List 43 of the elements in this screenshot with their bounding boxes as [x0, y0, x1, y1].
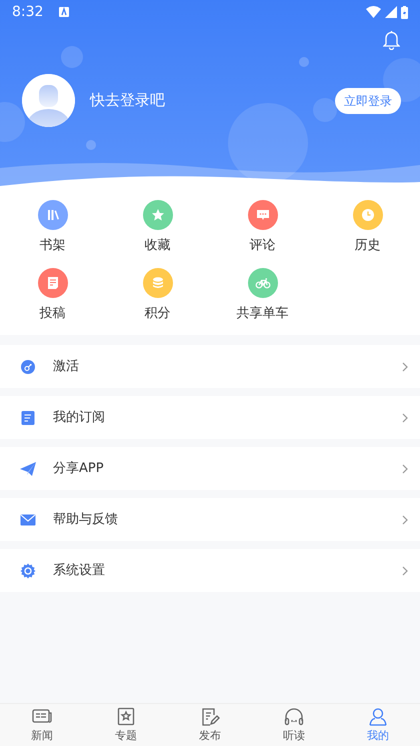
bubble	[61, 46, 83, 68]
document-icon	[20, 410, 36, 426]
menu-item[interactable]: 系统设置	[0, 549, 420, 592]
shortcut-item[interactable]: 书架	[0, 200, 105, 256]
headphones-icon	[283, 706, 305, 727]
bell-icon[interactable]	[383, 30, 400, 50]
shortcut-item[interactable]: 收藏	[105, 200, 210, 256]
bubble	[86, 140, 96, 150]
login-prompt: 快去登录吧	[90, 90, 165, 112]
tab[interactable]: 听读	[252, 704, 336, 746]
tab[interactable]: 我的	[336, 704, 420, 746]
menu-item[interactable]: 分享APP	[0, 447, 420, 490]
tab[interactable]: 发布	[168, 704, 252, 746]
key-icon	[20, 358, 36, 374]
envelope-icon	[20, 512, 36, 528]
tab[interactable]: 专题	[84, 704, 168, 746]
menu-item[interactable]: 我的订阅	[0, 396, 420, 439]
chevron-right-icon	[402, 566, 408, 576]
shortcut-item[interactable]: 共享单车	[210, 268, 315, 323]
chevron-right-icon	[402, 412, 408, 422]
shortcut-item[interactable]: 积分	[105, 268, 210, 323]
notification-icon	[59, 7, 70, 17]
menu-item[interactable]: 激活	[0, 345, 420, 388]
status-time: 8:32	[12, 2, 44, 22]
chevron-right-icon	[402, 514, 408, 524]
signal-icon	[385, 6, 397, 18]
chevron-right-icon	[402, 362, 408, 372]
tab[interactable]: 新闻	[0, 704, 84, 746]
person-icon	[367, 706, 389, 727]
bubble	[313, 98, 337, 122]
shortcut-item[interactable]: 投稿	[0, 268, 105, 323]
battery-icon	[401, 6, 408, 18]
gear-icon	[20, 562, 36, 578]
shortcut-item[interactable]: 评论	[210, 200, 315, 256]
menu-item[interactable]: 帮助与反馈	[0, 498, 420, 541]
paper-plane-icon	[20, 460, 36, 476]
shortcut-item[interactable]: 历史	[315, 200, 420, 256]
wifi-icon	[366, 6, 381, 18]
chevron-right-icon	[402, 464, 408, 474]
star-frame-icon	[115, 706, 137, 727]
bubble	[299, 57, 309, 67]
login-button[interactable]: 立即登录	[335, 88, 401, 114]
bubble	[0, 102, 25, 142]
